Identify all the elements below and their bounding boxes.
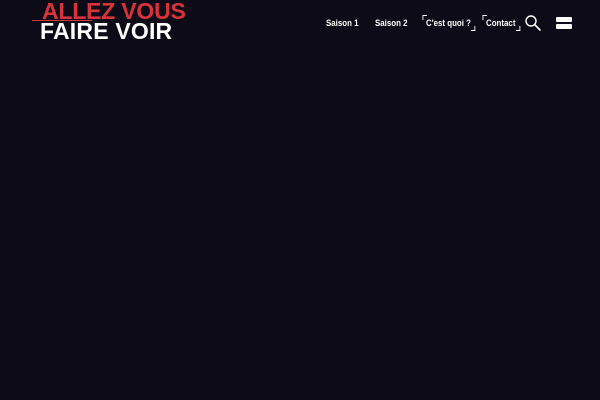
search-button[interactable] bbox=[524, 14, 542, 32]
menu-icon bbox=[555, 15, 573, 31]
menu-button[interactable] bbox=[555, 15, 573, 31]
nav-item-contact[interactable]: Contact bbox=[482, 14, 520, 32]
page: ALLEZ VOUS FAIRE VOIR Saison 1 Saison 2 … bbox=[0, 0, 600, 400]
search-icon bbox=[525, 15, 541, 31]
menu-icon-bar-top bbox=[556, 17, 572, 22]
logo-line-2: FAIRE VOIR bbox=[40, 18, 173, 44]
nav-item-saison-2[interactable]: Saison 2 bbox=[375, 14, 408, 32]
nav-item-saison-1[interactable]: Saison 1 bbox=[326, 14, 359, 32]
site-logo[interactable]: ALLEZ VOUS FAIRE VOIR bbox=[32, 0, 186, 44]
nav-item-cest-quoi[interactable]: C'est quoi ? bbox=[422, 14, 476, 32]
menu-icon-bar-bottom bbox=[556, 24, 572, 29]
